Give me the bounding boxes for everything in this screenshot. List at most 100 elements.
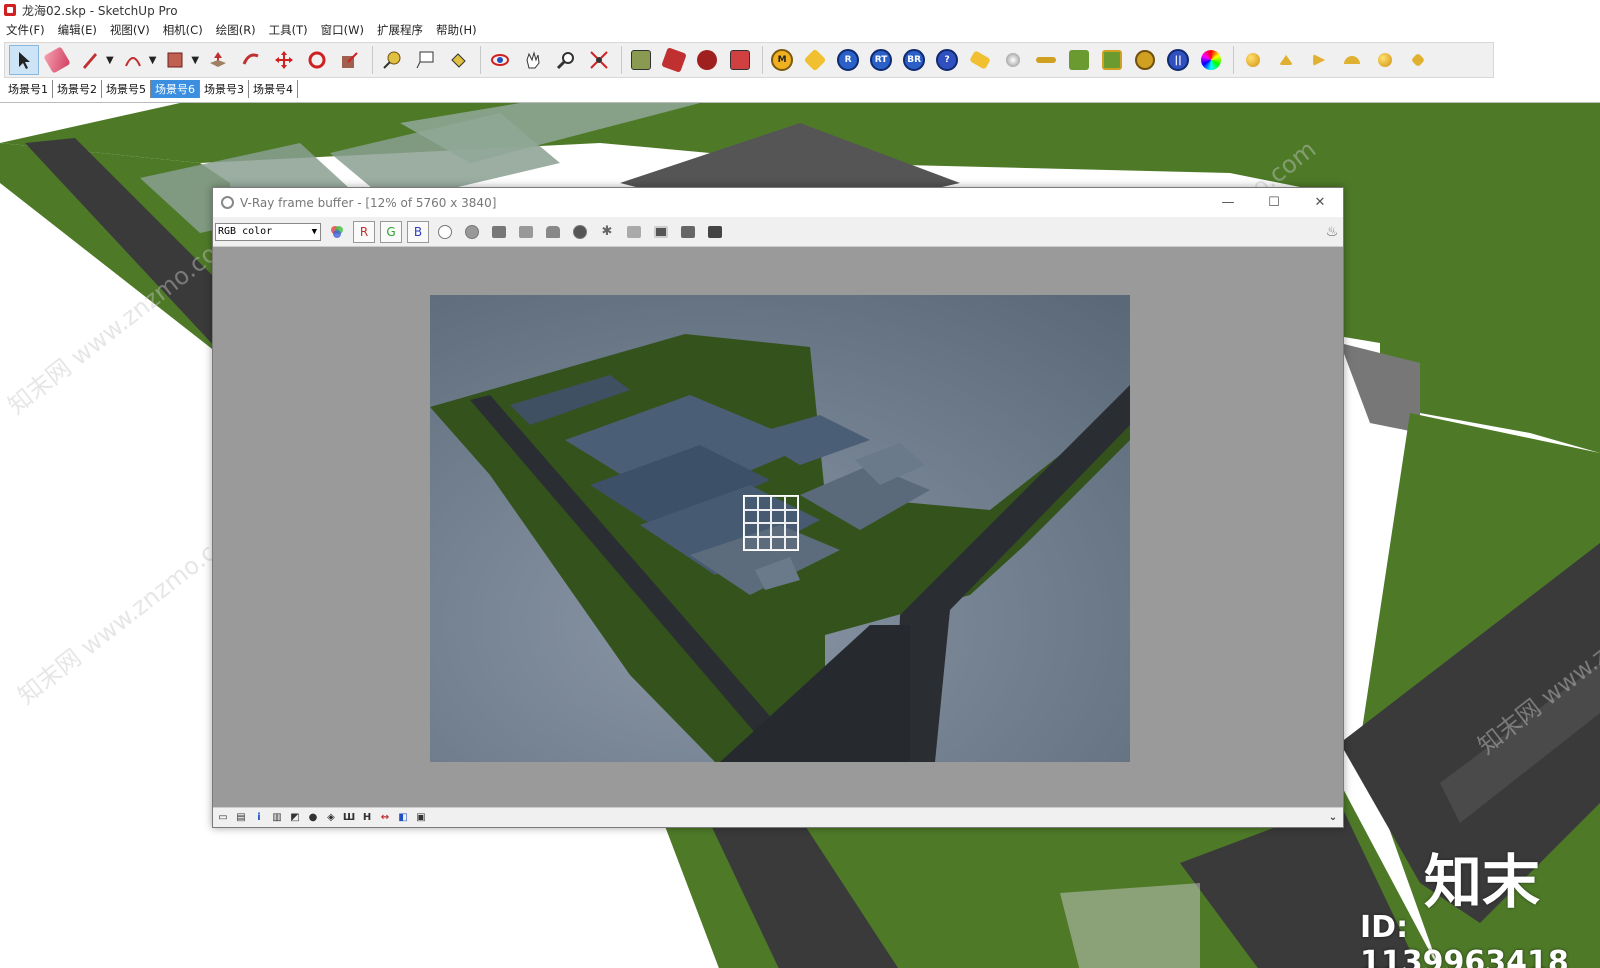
arc-tool-button[interactable] — [118, 45, 148, 75]
arc-dropdown-icon[interactable]: ▼ — [149, 55, 157, 66]
arc-icon — [124, 57, 141, 67]
menu-draw[interactable]: 绘图(R) — [216, 22, 256, 40]
region-render-button[interactable] — [650, 221, 672, 243]
alpha-channel-button[interactable] — [434, 221, 456, 243]
vfb-title-bar[interactable]: V-Ray frame buffer - [12% of 5760 x 3840… — [213, 188, 1343, 217]
scene-tab-6[interactable]: 场景号6 — [151, 80, 200, 98]
compare-icon[interactable]: ↔ — [379, 812, 391, 824]
menu-edit[interactable]: 编辑(E) — [58, 22, 97, 40]
green-channel-button[interactable]: G — [380, 220, 402, 243]
pause-icon: || — [1167, 49, 1190, 71]
clear-icon — [573, 224, 587, 239]
light-spot-button[interactable] — [1271, 45, 1301, 75]
frame-icon[interactable]: ▭ — [217, 812, 229, 824]
curve-icon[interactable]: ◩ — [289, 812, 301, 824]
light-ies-button[interactable] — [1370, 45, 1400, 75]
menu-camera[interactable]: 相机(C) — [163, 22, 203, 40]
render-teapot-button[interactable]: ♨ — [1321, 221, 1343, 243]
menu-extensions[interactable]: 扩展程序 — [377, 22, 423, 40]
settings-icon[interactable]: ▣ — [415, 812, 427, 824]
vray-mesh-light-button[interactable] — [1031, 45, 1061, 75]
exposure-icon[interactable]: ● — [307, 812, 319, 824]
eraser-tool-button[interactable] — [42, 45, 72, 75]
red-channel-button[interactable]: R — [353, 220, 375, 243]
push-pull-tool-button[interactable] — [203, 45, 233, 75]
light-direct-button[interactable] — [1304, 45, 1334, 75]
expand-panel-icon[interactable]: ⌄ — [1327, 812, 1339, 824]
minimize-button[interactable]: — — [1205, 188, 1251, 217]
save-all-button[interactable] — [515, 221, 537, 243]
stop-render-button[interactable] — [704, 221, 726, 243]
maximize-button[interactable]: ☐ — [1251, 188, 1297, 217]
vray-pause-button[interactable]: || — [1163, 45, 1193, 75]
menu-tools[interactable]: 工具(T) — [269, 22, 308, 40]
close-button[interactable]: ✕ — [1297, 188, 1343, 217]
mono-button[interactable] — [461, 221, 483, 243]
pencil-tool-button[interactable] — [75, 45, 105, 75]
rectangle-tool-button[interactable] — [160, 45, 190, 75]
rotate-tool-button[interactable] — [302, 45, 332, 75]
blue-channel-button[interactable]: B — [407, 220, 429, 243]
light-dome-button[interactable] — [1337, 45, 1367, 75]
history-icon[interactable]: ▤ — [235, 812, 247, 824]
select-tool-button[interactable] — [9, 45, 39, 75]
scale-tool-button[interactable] — [335, 45, 365, 75]
zoom-tool-button[interactable] — [551, 45, 581, 75]
vfb-canvas[interactable] — [213, 247, 1343, 807]
vray-infinite-plane-button[interactable] — [1130, 45, 1160, 75]
vray-material-editor-button[interactable]: M — [767, 45, 797, 75]
scene-tab-4[interactable]: 场景号4 — [249, 80, 298, 98]
tape-measure-tool-button[interactable] — [377, 45, 407, 75]
extension-manager-button[interactable] — [692, 45, 722, 75]
title-bar: 龙海02.skp - SketchUp Pro — [0, 0, 1600, 20]
lut-icon[interactable]: ◈ — [325, 812, 337, 824]
lens-icon[interactable]: ◧ — [397, 812, 409, 824]
scene-tab-5[interactable]: 场景号5 — [102, 80, 151, 98]
menu-view[interactable]: 视图(V) — [110, 22, 150, 40]
zoom-extents-tool-button[interactable] — [584, 45, 614, 75]
paint-bucket-tool-button[interactable] — [443, 45, 473, 75]
histogram-icon[interactable]: Ш — [343, 812, 355, 824]
vray-proxy-button[interactable] — [1064, 45, 1094, 75]
share-model-button[interactable] — [725, 45, 755, 75]
follow-me-tool-button[interactable] — [236, 45, 266, 75]
scene-tab-1[interactable]: 场景号1 — [4, 80, 53, 98]
duplicate-button[interactable] — [623, 221, 645, 243]
light-omni-button[interactable] — [1238, 45, 1268, 75]
light-rect-button[interactable] — [1403, 45, 1433, 75]
track-mouse-button[interactable]: ✱ — [596, 221, 618, 243]
pan-tool-button[interactable] — [518, 45, 548, 75]
vray-sphere-light-button[interactable] — [998, 45, 1028, 75]
info-icon[interactable]: i — [253, 812, 265, 824]
vray-render-button[interactable]: R — [833, 45, 863, 75]
orbit-tool-button[interactable] — [485, 45, 515, 75]
pencil-dropdown-icon[interactable]: ▼ — [106, 55, 114, 66]
save-image-button[interactable] — [488, 221, 510, 243]
link-button[interactable] — [677, 221, 699, 243]
vray-color-picker-button[interactable] — [1196, 45, 1226, 75]
text-tool-button[interactable] — [410, 45, 440, 75]
menu-help[interactable]: 帮助(H) — [436, 22, 477, 40]
vray-proxy-export-button[interactable] — [1097, 45, 1127, 75]
channel-select[interactable]: RGB color ▼ — [215, 222, 321, 241]
rectangle-dropdown-icon[interactable]: ▼ — [191, 55, 199, 66]
paint-bucket-icon — [451, 53, 466, 68]
move-tool-button[interactable] — [269, 45, 299, 75]
scene-tab-3[interactable]: 场景号3 — [200, 80, 249, 98]
vray-batch-render-button[interactable]: BR — [899, 45, 929, 75]
scene-tab-2[interactable]: 场景号2 — [53, 80, 102, 98]
h-icon[interactable]: H — [361, 812, 373, 824]
vray-help-button[interactable]: ? — [932, 45, 962, 75]
load-image-button[interactable] — [542, 221, 564, 243]
vray-options-button[interactable] — [800, 45, 830, 75]
vray-license-button[interactable] — [965, 45, 995, 75]
color-channels-button[interactable] — [326, 221, 348, 243]
menu-window[interactable]: 窗口(W) — [321, 22, 364, 40]
clear-image-button[interactable] — [569, 221, 591, 243]
sidewalk — [1060, 883, 1200, 968]
menu-file[interactable]: 文件(F) — [6, 22, 45, 40]
levels-icon[interactable]: ▥ — [271, 812, 283, 824]
warehouse-button[interactable] — [626, 45, 656, 75]
extension-warehouse-button[interactable] — [659, 45, 689, 75]
vray-rt-button[interactable]: RT — [866, 45, 896, 75]
